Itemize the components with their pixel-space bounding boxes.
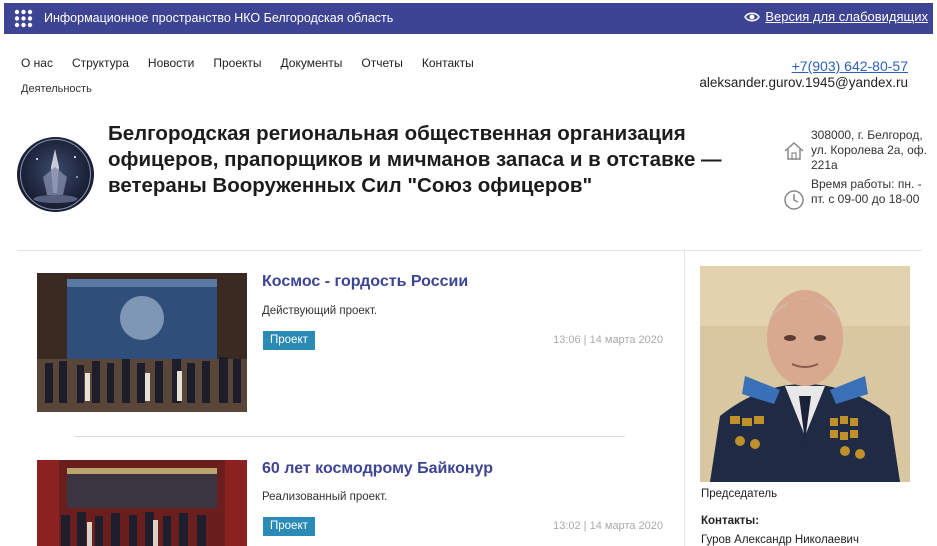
chairman-portrait [700, 266, 910, 482]
nav-item-documents[interactable]: Документы [281, 56, 343, 70]
header-divider [17, 250, 922, 251]
news-image-baikonur[interactable] [37, 460, 247, 546]
contacts-name: Гуров Александр Николаевич [701, 534, 859, 546]
nav-item-reports[interactable]: Отчеты [361, 56, 402, 70]
clock-icon [784, 190, 804, 210]
news-divider [75, 436, 625, 437]
event-photo-space [37, 273, 247, 412]
sidebar-divider [684, 251, 685, 546]
address-block: 308000, г. Белгород, ул. Королева 2а, оф… [783, 128, 933, 215]
phone-link[interactable]: +7(903) 642-80-57 [699, 58, 908, 74]
organization-logo [17, 137, 94, 212]
news-date: 13:02 | 14 марта 2020 [553, 520, 663, 532]
header-contacts: +7(903) 642-80-57 aleksander.gurov.1945@… [699, 58, 908, 90]
chairman-caption: Председатель [701, 488, 778, 500]
nav-item-projects[interactable]: Проекты [213, 56, 261, 70]
event-photo-baikonur [37, 460, 247, 546]
address-row: 308000, г. Белгород, ул. Королева 2а, оф… [783, 128, 933, 173]
chairman-photo [700, 266, 910, 482]
hours-text: Время работы: пн. - пт. с 09-00 до 18-00 [811, 177, 922, 206]
site-brand[interactable]: Информационное пространство НКО Белгород… [44, 11, 393, 25]
accessibility-link[interactable]: Версия для слабовидящих [744, 9, 928, 24]
contacts-heading: Контакты: [701, 515, 760, 527]
news-desc-baikonur: Реализованный проект. [262, 491, 388, 503]
nav-item-contacts[interactable]: Контакты [422, 56, 474, 70]
organization-title: Белгородская региональная общественная о… [108, 122, 722, 198]
news-desc-space: Действующий проект. [262, 305, 378, 317]
project-tag[interactable]: Проект [263, 517, 315, 536]
nav-item-news[interactable]: Новости [148, 56, 194, 70]
hours-row: Время работы: пн. - пт. с 09-00 до 18-00 [783, 177, 933, 211]
eye-icon [744, 12, 761, 21]
project-tag[interactable]: Проект [263, 331, 315, 350]
logo-emblem-icon [20, 139, 91, 210]
email-text[interactable]: aleksander.gurov.1945@yandex.ru [699, 75, 908, 90]
news-date: 13:06 | 14 марта 2020 [553, 334, 663, 346]
nav-item-structure[interactable]: Структура [72, 56, 129, 70]
address-text: 308000, г. Белгород, ул. Королева 2а, оф… [811, 128, 927, 172]
news-title-space[interactable]: Космос - гордость России [262, 273, 468, 291]
news-title-baikonur[interactable]: 60 лет космодрому Байконур [262, 460, 493, 478]
nav-item-about[interactable]: О нас [21, 56, 53, 70]
accessibility-label[interactable]: Версия для слабовидящих [765, 9, 928, 24]
news-image-space[interactable] [37, 273, 247, 412]
home-icon [784, 141, 804, 160]
main-nav: О нас Структура Новости Проекты Документ… [21, 56, 493, 70]
top-bar: Информационное пространство НКО Белгород… [4, 3, 933, 34]
apps-grid-icon[interactable] [14, 9, 33, 28]
nav-item-activity[interactable]: Деятельность [21, 83, 92, 95]
